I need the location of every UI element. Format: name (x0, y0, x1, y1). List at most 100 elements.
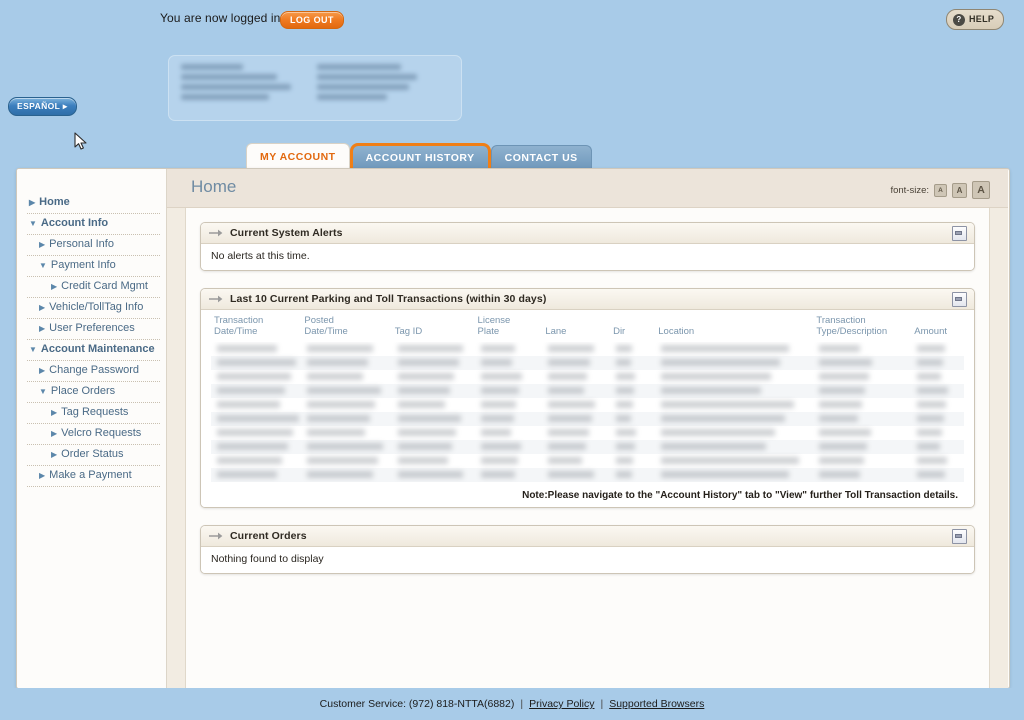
page-card: ▶ Home ▼ Account Info ▶ Personal Info ▼ … (16, 168, 1010, 689)
table-cell-redacted (392, 401, 475, 409)
sidebar-item-vehicle-tolltag-info[interactable]: ▶ Vehicle/TollTag Info (27, 298, 160, 319)
sidebar-item-account-info[interactable]: ▼ Account Info (27, 214, 160, 235)
panel-body-text: Nothing found to display (201, 546, 974, 573)
chevron-right-icon: ▶ (51, 450, 58, 459)
table-cell-redacted (301, 387, 391, 395)
table-cell-redacted (813, 345, 911, 353)
table-cell-redacted (542, 471, 610, 479)
sidebar-item-home[interactable]: ▶ Home (27, 193, 160, 214)
table-cell-redacted (301, 457, 391, 465)
mouse-cursor (74, 132, 87, 150)
table-cell-redacted (475, 387, 543, 395)
chevron-down-icon: ▼ (39, 261, 47, 270)
font-size-label: font-size: (890, 184, 929, 196)
privacy-policy-link[interactable]: Privacy Policy (529, 698, 594, 710)
top-bar: You are now logged in. LOG OUT ? HELP (0, 0, 1024, 38)
transactions-table: Transaction Date/Time Posted Date/Time T… (211, 312, 964, 342)
arrow-right-icon (209, 532, 223, 540)
table-row (211, 383, 964, 398)
sidebar-item-label: Home (39, 196, 70, 208)
redacted-text-line (181, 64, 243, 70)
sidebar-item-make-a-payment[interactable]: ▶ Make a Payment (27, 466, 160, 487)
sidebar-item-user-preferences[interactable]: ▶ User Preferences (27, 319, 160, 340)
content-header: Home font-size: A A A (167, 169, 1008, 208)
sidebar-item-payment-info[interactable]: ▼ Payment Info (27, 256, 160, 277)
table-cell-redacted (392, 415, 475, 423)
table-cell-redacted (392, 471, 475, 479)
font-size-small-button[interactable]: A (934, 183, 947, 197)
sidebar-item-order-status[interactable]: ▶ Order Status (27, 445, 160, 466)
espanol-language-button[interactable]: ESPAÑOL ▸ (8, 97, 77, 116)
sidebar-item-label: Velcro Requests (61, 427, 142, 439)
table-cell-redacted (655, 415, 813, 423)
page-title: Home (191, 177, 237, 196)
footer-separator: | (520, 698, 524, 710)
page-root: You are now logged in. LOG OUT ? HELP ES… (0, 0, 1024, 720)
minimize-icon[interactable] (952, 528, 967, 544)
table-cell-redacted (542, 373, 610, 381)
logout-button[interactable]: LOG OUT (280, 11, 344, 29)
sidebar-item-label: Account Info (40, 217, 109, 229)
footer: Customer Service: (972) 818-NTTA(6882) |… (0, 688, 1024, 720)
table-cell-redacted (655, 345, 813, 353)
transactions-note: Note:Please navigate to the "Account His… (522, 489, 958, 501)
supported-browsers-link[interactable]: Supported Browsers (609, 698, 704, 710)
redacted-text-line (317, 64, 401, 70)
table-cell-redacted (211, 359, 301, 367)
question-mark-icon: ? (953, 13, 965, 26)
arrow-right-icon (209, 295, 223, 303)
panel-current-orders: Current Orders Nothing found to display (200, 524, 975, 574)
font-size-large-button[interactable]: A (972, 181, 990, 199)
tab-my-account[interactable]: MY ACCOUNT (246, 143, 350, 171)
table-cell-redacted (813, 471, 911, 479)
sidebar-item-credit-card-mgmt[interactable]: ▶ Credit Card Mgmt (27, 277, 160, 298)
table-cell-redacted (392, 457, 475, 465)
table-cell-redacted (542, 429, 610, 437)
table-cell-redacted (542, 345, 610, 353)
font-size-medium-button[interactable]: A (952, 182, 967, 198)
chevron-right-icon: ▶ (51, 282, 58, 291)
sidebar-item-tag-requests[interactable]: ▶ Tag Requests (27, 403, 160, 424)
col-amount: Amount (914, 325, 947, 337)
table-cell-redacted (911, 443, 964, 451)
table-cell-redacted (392, 429, 475, 437)
table-cell-redacted (610, 401, 655, 409)
panel-last-10-transactions: Last 10 Current Parking and Toll Transac… (200, 288, 975, 508)
table-row (211, 467, 964, 482)
sidebar-item-personal-info[interactable]: ▶ Personal Info (27, 235, 160, 256)
sidebar-item-account-maintenance[interactable]: ▼ Account Maintenance (27, 340, 160, 361)
sidebar-item-velcro-requests[interactable]: ▶ Velcro Requests (27, 424, 160, 445)
minimize-icon[interactable] (952, 292, 967, 307)
table-row (211, 426, 964, 440)
transactions-table-wrap: Transaction Date/Time Posted Date/Time T… (201, 310, 974, 507)
col-transaction-datetime: Transaction Date/Time (214, 315, 264, 337)
chevron-right-icon: ▶ (29, 198, 36, 207)
chevron-right-icon: ▶ (39, 366, 46, 375)
panel-body-text: No alerts at this time. (201, 244, 974, 270)
table-cell-redacted (475, 415, 543, 423)
sidebar-item-label: Vehicle/TollTag Info (49, 301, 144, 313)
sidebar-item-change-password[interactable]: ▶ Change Password (27, 361, 160, 382)
table-cell-redacted (911, 415, 964, 423)
help-button[interactable]: ? HELP (946, 9, 1005, 30)
table-cell-redacted (655, 401, 813, 409)
table-row (211, 355, 964, 370)
main-tab-bar: MY ACCOUNT ACCOUNT HISTORY CONTACT US (246, 143, 592, 173)
sidebar-item-label: Place Orders (50, 385, 116, 397)
table-cell-redacted (211, 387, 301, 395)
chevron-right-icon: ▶ (39, 303, 46, 312)
chevron-right-icon: ▶ (39, 471, 46, 480)
sidebar-item-place-orders[interactable]: ▼ Place Orders (27, 382, 160, 403)
table-cell-redacted (610, 471, 655, 479)
table-cell-redacted (475, 401, 543, 409)
login-status-message: You are now logged in. (160, 11, 284, 25)
table-cell-redacted (542, 457, 610, 465)
table-cell-redacted (911, 359, 964, 367)
minimize-icon[interactable] (952, 226, 967, 241)
table-cell-redacted (655, 373, 813, 381)
sidebar-item-label: Account Maintenance (40, 343, 155, 355)
sidebar-item-label: Personal Info (49, 238, 114, 250)
table-cell-redacted (211, 457, 301, 465)
table-cell-redacted (655, 457, 813, 465)
col-tag-id: Tag ID (394, 325, 423, 337)
